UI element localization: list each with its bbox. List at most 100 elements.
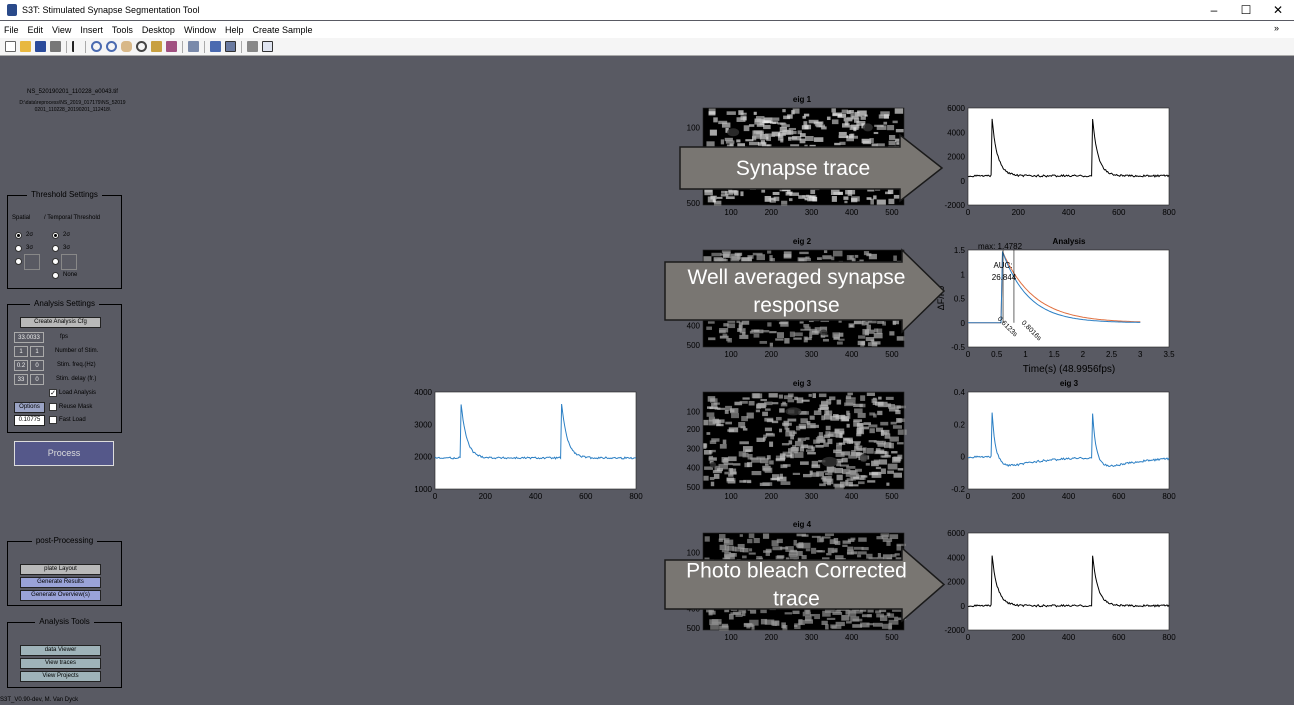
analysis-y-tick: 1	[961, 270, 966, 279]
analysis-auc-value: 26.844	[992, 273, 1017, 282]
img-x-tick: 400	[845, 492, 859, 501]
img-x-tick: 400	[845, 633, 859, 642]
trace1-x-tick: 400	[1062, 208, 1076, 217]
trace3-y-tick: -0.2	[951, 485, 965, 494]
trace4-x-tick: 800	[1162, 633, 1176, 642]
analysis-x-tick: 3	[1138, 350, 1143, 359]
trace4-y-tick: 4000	[947, 553, 965, 562]
trace1-y-tick: 4000	[947, 128, 965, 137]
img-x-tick: 100	[724, 208, 738, 217]
analysis-x-tick: 0	[966, 350, 971, 359]
img-x-tick: 200	[765, 208, 779, 217]
analysis-y-tick: 0.5	[954, 295, 966, 304]
averaged-response-arrow: Well averaged synapse response	[664, 248, 946, 334]
trace3-x-tick: 600	[1112, 492, 1126, 501]
trace-left-y-tick: 2000	[414, 453, 432, 462]
trace4-x-tick: 200	[1012, 633, 1026, 642]
analysis-max-label: max: 1.4782	[978, 242, 1023, 251]
analysis-y-tick: 0	[961, 319, 966, 328]
analysis-auc-label: AUC:	[993, 261, 1012, 270]
eig3-image	[702, 391, 907, 490]
trace-left-y-tick: 3000	[414, 420, 432, 429]
trace-left-x-tick: 200	[479, 492, 493, 501]
averaged-response-arrow-text: Well averaged synapse	[688, 266, 906, 289]
img-y-tick: 400	[687, 322, 701, 331]
trace3-y-tick: 0	[961, 453, 966, 462]
synapse-trace-arrow-text: Synapse trace	[736, 157, 870, 180]
trace3-x-tick: 200	[1012, 492, 1026, 501]
analysis-x-tick: 2	[1081, 350, 1086, 359]
img-y-tick: 300	[687, 444, 701, 453]
trace-left-x-tick: 800	[629, 492, 643, 501]
img-x-tick: 300	[805, 492, 819, 501]
trace1-y-tick: 6000	[947, 104, 965, 113]
analysis-title: Analysis	[1053, 237, 1086, 246]
img-x-tick: 500	[885, 633, 899, 642]
img-x-tick: 200	[765, 350, 779, 359]
img-y-tick: 500	[687, 341, 701, 350]
trace3-x-tick: 800	[1162, 492, 1176, 501]
analysis-x-tick: 1	[1023, 350, 1028, 359]
analysis-xlabel: Time(s) (48.9956fps)	[1023, 364, 1115, 375]
img-y-tick: 400	[687, 464, 701, 473]
eig4-title: eig 4	[793, 520, 812, 529]
img-x-tick: 100	[724, 492, 738, 501]
analysis-x-tick: 1.5	[1049, 350, 1061, 359]
trace1-x-tick: 800	[1162, 208, 1176, 217]
trace4-x-tick: 600	[1112, 633, 1126, 642]
img-x-tick: 500	[885, 208, 899, 217]
img-y-tick: 500	[687, 199, 701, 208]
trace3-x-tick: 0	[966, 492, 971, 501]
img-x-tick: 400	[845, 350, 859, 359]
trace4-y-tick: 0	[961, 602, 966, 611]
trace3-axes	[967, 391, 1170, 490]
eig2-title: eig 2	[793, 237, 812, 246]
trace3-y-tick: 0.2	[954, 420, 966, 429]
img-y-tick: 500	[687, 624, 701, 633]
trace4-x-tick: 400	[1062, 633, 1076, 642]
trace4-axes	[967, 532, 1170, 631]
img-x-tick: 500	[885, 350, 899, 359]
trace-left-axes	[434, 391, 637, 490]
trace1-x-tick: 200	[1012, 208, 1026, 217]
photobleach-arrow-text: trace	[773, 588, 820, 611]
eig1-title: eig 1	[793, 95, 812, 104]
trace1-y-tick: 2000	[947, 153, 965, 162]
trace3-x-tick: 400	[1062, 492, 1076, 501]
img-x-tick: 100	[724, 633, 738, 642]
trace1-y-tick: 0	[961, 177, 966, 186]
img-y-tick: 500	[687, 483, 701, 492]
analysis-x-tick: 0.5	[991, 350, 1003, 359]
img-y-tick: 100	[687, 407, 701, 416]
img-x-tick: 400	[845, 208, 859, 217]
trace4-x-tick: 0	[966, 633, 971, 642]
trace1-x-tick: 0	[966, 208, 971, 217]
trace4-y-tick: -2000	[945, 626, 966, 635]
img-x-tick: 300	[805, 350, 819, 359]
plot-area: eig 1100 200 300 400 500100500eig 2100 200 300…	[414, 95, 1176, 642]
trace-left-x-tick: 400	[529, 492, 543, 501]
img-x-tick: 200	[765, 633, 779, 642]
img-x-tick: 300	[805, 208, 819, 217]
img-x-tick: 200	[765, 492, 779, 501]
analysis-x-tick: 3.5	[1163, 350, 1175, 359]
eig3-title: eig 3	[793, 379, 812, 388]
img-y-tick: 100	[687, 123, 701, 132]
averaged-response-arrow-shape	[664, 248, 946, 334]
right-eig3-title: eig 3	[1060, 379, 1079, 388]
trace-left-x-tick: 600	[579, 492, 593, 501]
trace1-y-tick: -2000	[945, 201, 966, 210]
analysis-y-tick: -0.5	[951, 343, 965, 352]
trace-left-y-tick: 1000	[414, 485, 432, 494]
averaged-response-arrow-text: response	[753, 294, 839, 317]
img-y-tick: 200	[687, 425, 701, 434]
analysis-x-tick: 2.5	[1106, 350, 1118, 359]
trace-left-y-tick: 4000	[414, 388, 432, 397]
trace4-y-tick: 6000	[947, 529, 965, 538]
trace3-y-tick: 0.4	[954, 388, 966, 397]
trace4-y-tick: 2000	[947, 578, 965, 587]
img-x-tick: 300	[805, 633, 819, 642]
trace-left-x-tick: 0	[433, 492, 438, 501]
analysis-y-tick: 1.5	[954, 246, 966, 255]
img-y-tick: 100	[687, 548, 701, 557]
